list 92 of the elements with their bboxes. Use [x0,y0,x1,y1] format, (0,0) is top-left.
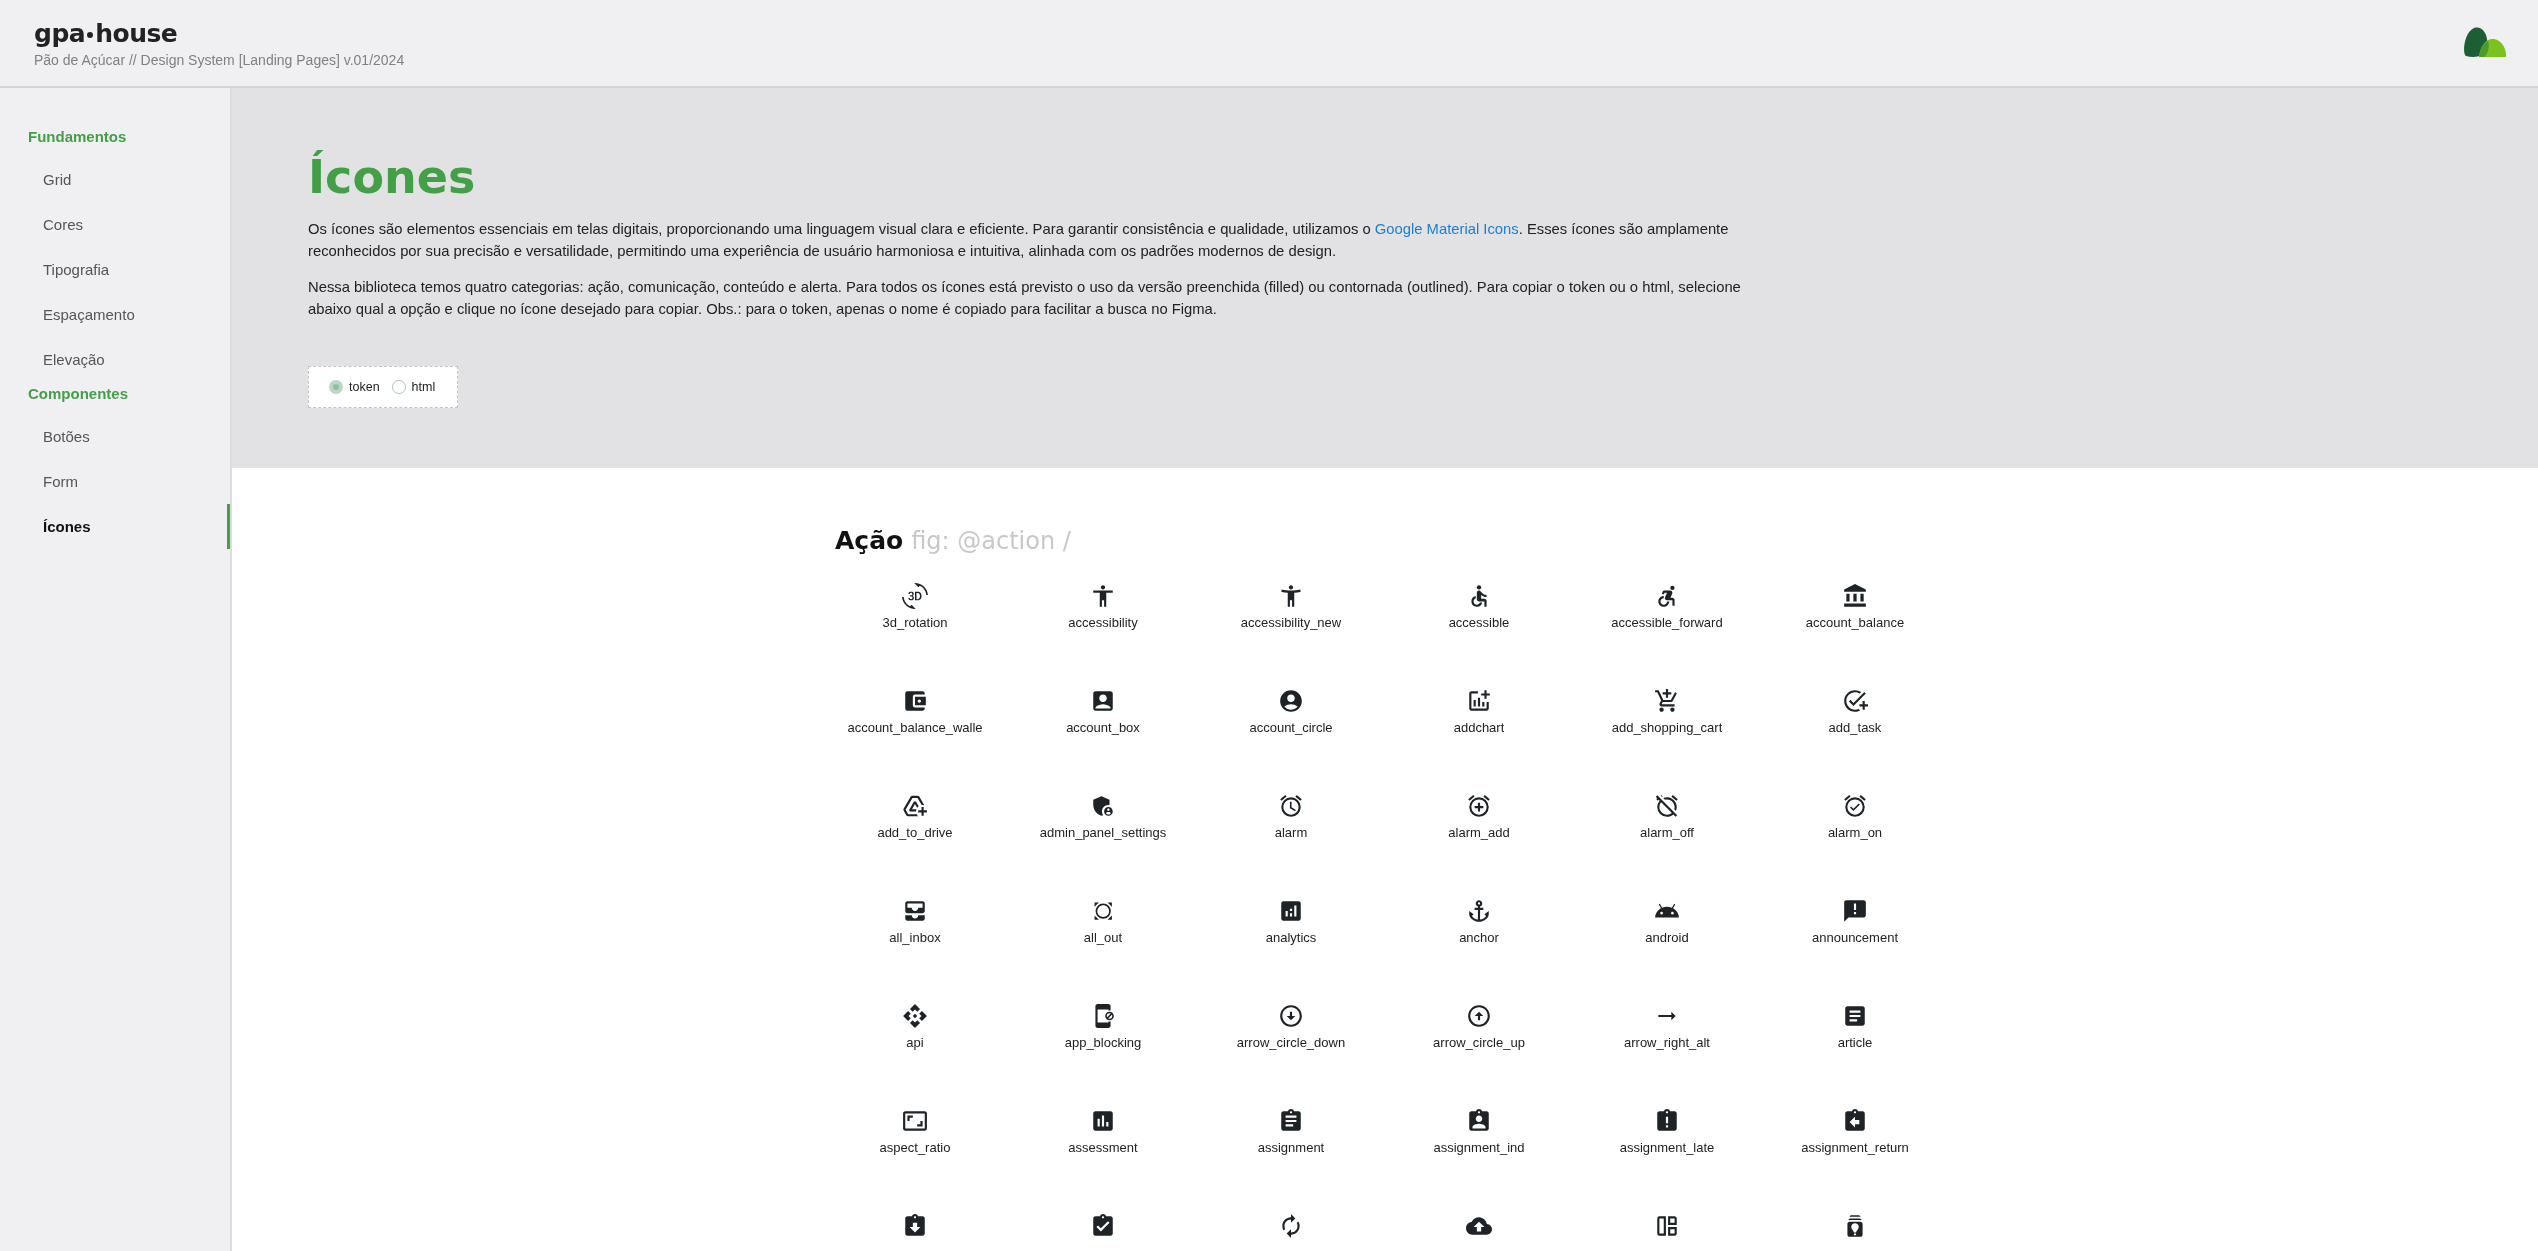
copy-format-option[interactable]: token [329,380,380,394]
icon-tile[interactable]: api [902,1003,928,1050]
icon-tile[interactable]: accessibility [1068,583,1138,630]
icon-tile[interactable]: accessible_forward [1611,583,1723,630]
anchor-icon [1466,898,1492,924]
icon-tile[interactable]: assignment_late [1619,1108,1715,1155]
person-icon [1278,583,1304,609]
icon-tile[interactable]: arrow_right_alt [1624,1003,1710,1050]
option-label: html [411,380,436,394]
icon-tile[interactable]: arrow_circle_down [1236,1003,1346,1050]
icon-tile[interactable] [902,1213,928,1239]
nav-group-title: Componentes [27,384,129,404]
icon-tile[interactable]: account_balance [1805,583,1905,630]
icon-tile[interactable]: aspect_ratio [879,1108,951,1155]
icon-tile[interactable]: assessment [1068,1108,1138,1155]
icon-tile[interactable]: anchor [1459,898,1499,945]
clipboard-arrow-icon [902,1213,928,1239]
clipboard-alert-icon [1654,1108,1680,1134]
clipboard-arrow-icon [1842,1108,1868,1134]
icon-tile[interactable]: app_blocking [1064,1003,1142,1050]
icon-tile[interactable]: account_circle [1249,688,1333,735]
diamonds-icon [902,1003,928,1029]
chart-plus-icon [1466,688,1492,714]
icon-tile[interactable]: admin_panel_settings [1039,793,1167,840]
icon-tile[interactable]: alarm [1274,793,1308,840]
frame-icon [902,1108,928,1134]
nav-item[interactable]: Cores [0,202,230,247]
nav-item[interactable]: Espaçamento [0,292,230,337]
icon-tile[interactable] [1090,1213,1116,1239]
alarm-plus-icon [1466,793,1492,819]
section-title: Ação [835,526,904,555]
intro-paragraph: Os ícones são elementos essenciais em telas digitais, proporcionando uma linguagem visual clara e eficiente. Para garantir consistência e qualidade, utilizamos o Google Material Icons. Esses ícones são amplamente reconhecidos por sua precisão e versatilidade, permitindo uma experiência de usuário harmoniosa e intuitiva, alinhada com os padrões modernos de design. [308,220,1730,261]
icon-tile[interactable]: add_shopping_cart [1611,688,1723,735]
nav-item[interactable]: Elevação [0,337,230,382]
icon-tile[interactable]: accessible [1448,583,1510,630]
icon-tile[interactable]: arrow_circle_up [1433,1003,1525,1050]
nav-item[interactable]: Grid [0,157,230,202]
logo-icon [2462,26,2508,60]
icon-tile[interactable]: add_task [1828,688,1882,735]
icon-tile[interactable]: addchart [1453,688,1505,735]
cart-plus-icon [1654,688,1680,714]
icon-tile[interactable]: assignment [1257,1108,1325,1155]
alarm-off-icon [1654,793,1680,819]
nav-item[interactable]: Ícones [0,504,230,549]
icon-tile[interactable]: all_inbox [889,898,941,945]
shield-icon [1090,793,1116,819]
icon-tile[interactable]: android [1645,898,1689,945]
user-box-icon [1090,688,1116,714]
icon-tile[interactable]: article [1837,1003,1873,1050]
check-plus-icon [1842,688,1868,714]
icon-tile[interactable]: assignment_return [1801,1108,1909,1155]
speech-bubble-icon [1842,898,1868,924]
site-subtitle: Pão de Açúcar // Design System [Landing Pages] v.01/2024 [34,51,405,68]
icon-tile[interactable] [1654,1213,1680,1239]
layout-icon [1654,1213,1680,1239]
person-icon [1090,583,1116,609]
nav-group-title: Fundamentos [27,127,128,147]
nav-item[interactable]: Tipografia [0,247,230,292]
document-icon [1842,1003,1868,1029]
clipboard-check-icon [1090,1213,1116,1239]
triangle-plus-icon [902,793,928,819]
icon-tile[interactable]: accessibility_new [1240,583,1342,630]
bank-icon [1842,583,1868,609]
wallet-icon [902,688,928,714]
alarm-clock-icon [1278,793,1304,819]
icon-tile[interactable]: add_to_drive [877,793,953,840]
icon-tile[interactable]: alarm_add [1448,793,1510,840]
radio-button[interactable] [391,380,406,394]
icon-tile[interactable]: account_balance_walle [847,688,983,735]
page-title: Ícones [308,150,477,204]
clipboard-icon [1278,1108,1304,1134]
icon-tile[interactable]: announcement [1812,898,1898,945]
nav-item[interactable]: Form [0,459,230,504]
icon-tile[interactable]: alarm_off [1640,793,1694,840]
rotation-icon [902,583,928,609]
bar-chart-icon [1090,1108,1116,1134]
icon-tile[interactable]: account_box [1066,688,1140,735]
clipboard-user-icon [1466,1108,1492,1134]
icon-tile[interactable]: 3d_rotation [882,583,948,630]
radio-button[interactable] [329,380,343,394]
icon-tile[interactable]: assignment_ind [1433,1108,1525,1155]
nav-item[interactable]: Botões [0,414,230,459]
copy-format-option[interactable]: html [391,380,436,394]
icon-tile[interactable]: alarm_on [1827,793,1883,840]
option-label: token [349,380,380,394]
bar-chart-icon [1278,898,1304,924]
inbox-icon [902,898,928,924]
alarm-check-icon [1842,793,1868,819]
intro-paragraph: Nessa biblioteca temos quatro categorias: ação, comunicação, conteúdo e alerta. Para todos os ícones está previsto o uso da versão preenchida (filled) ou contornada (outlined). Para copiar o token ou o html, selecione abaixo qual a opção e clique no ícone desejado para copiar. Obs.: para o token, apenas o nome é copiado para facilitar a busca no Figma. [308,278,1742,319]
icon-tile[interactable]: all_out [1083,898,1123,945]
icon-tile[interactable]: analytics [1265,898,1317,945]
brand-logo: gpa house [34,18,179,48]
